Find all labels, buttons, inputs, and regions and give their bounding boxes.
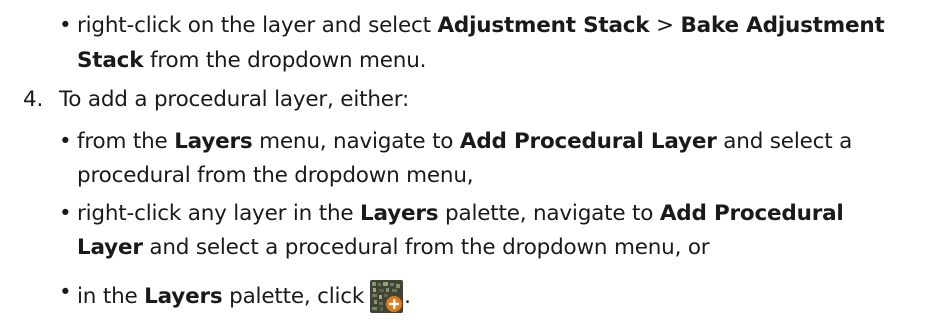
bullet-glyph: • (59, 13, 72, 38)
menu-term-layers: Layers (360, 201, 439, 226)
text-run: menu, navigate to (252, 129, 460, 154)
text-run: from the (77, 129, 175, 154)
menu-term-add-procedural: Add Procedural (659, 201, 844, 226)
menu-term-layer: Layer (77, 235, 143, 260)
bullet-text: Layer and select a procedural from the d… (77, 235, 710, 260)
bullet-text: Stack from the dropdown menu. (77, 48, 426, 73)
text-run: right-click on the layer and select (77, 13, 438, 38)
step-text: To add a procedural layer, either: (59, 87, 410, 112)
text-run: right-click any layer in the (77, 201, 361, 226)
bullet-text: in the Layers palette, click . (77, 280, 411, 313)
bullet-text: procedural from the dropdown menu, (77, 163, 474, 188)
menu-term-stack: Stack (77, 48, 144, 73)
text-run: palette, click (222, 284, 365, 309)
bullet-text: right-click any layer in the Layers pale… (77, 201, 844, 226)
text-run: palette, navigate to (438, 201, 660, 226)
text-run: from the dropdown menu. (143, 48, 427, 73)
bullet-glyph: • (59, 129, 72, 154)
text-run: and select a (716, 129, 853, 154)
text-run: in the (77, 284, 145, 309)
bullet-text: from the Layers menu, navigate to Add Pr… (77, 129, 852, 154)
menu-term-layers: Layers (144, 284, 223, 309)
menu-term-add-procedural-layer: Add Procedural Layer (459, 129, 717, 154)
text-run: and select a procedural from the dropdow… (142, 235, 710, 260)
bullet-text: right-click on the layer and select Adju… (77, 13, 885, 38)
text-run: > (649, 13, 681, 38)
text-run: . (404, 284, 411, 309)
document: • right-click on the layer and select Ad… (0, 0, 949, 329)
menu-term-layers: Layers (174, 129, 253, 154)
bullet-glyph: • (59, 280, 72, 305)
add-procedural-layer-icon[interactable] (370, 280, 404, 313)
menu-term-adjustment-stack: Adjustment Stack (437, 13, 650, 38)
bullet-glyph: • (59, 201, 72, 226)
step-number: 4. (23, 87, 44, 112)
menu-term-bake-adjustment: Bake Adjustment (680, 13, 885, 38)
